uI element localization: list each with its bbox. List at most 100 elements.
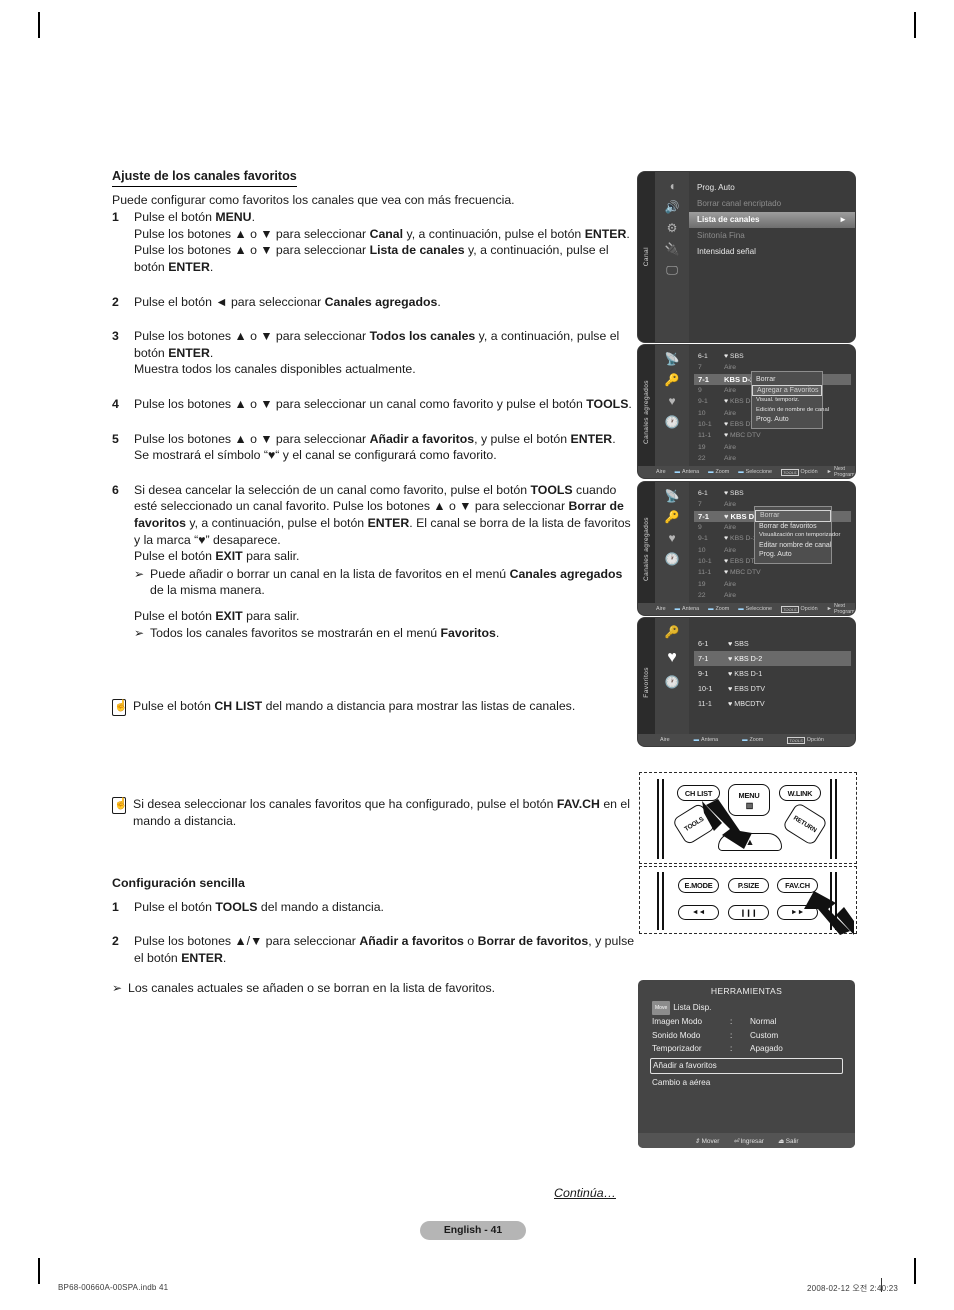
status-key-next-program[interactable]: ► Next Program	[827, 466, 855, 478]
row-name: ♥ KBS D-2	[728, 654, 851, 663]
step-4-number: 4	[112, 396, 119, 411]
tools-menu-item-cambio-a-aerea[interactable]: Cambio a aérea	[638, 1076, 855, 1090]
status-key-next-program[interactable]: ► Next Program	[827, 603, 855, 615]
remote-button-rewind[interactable]: ◄◄	[678, 905, 719, 920]
table-row[interactable]: 6-1 ♥ SBS	[694, 488, 851, 499]
tools-menu-item-anadir-a-favoritos[interactable]: Añadir a favoritos	[650, 1057, 843, 1074]
row-number: 10	[698, 409, 706, 417]
ctx-item-visual-temporiz[interactable]: Visual. temporiz.	[752, 396, 822, 406]
remote-button-psize[interactable]: P.SIZE	[728, 878, 769, 893]
heart-icon: ♥	[728, 654, 733, 663]
status-key-antena[interactable]: ▬ Antena	[675, 606, 699, 612]
osd-item-prog-auto[interactable]: Prog. Auto	[689, 180, 855, 196]
table-row[interactable]: 11-1 ♥ MBC DTV	[694, 430, 851, 441]
ctx-item-agregar-a-favoritos[interactable]: Agregar a Favoritos	[752, 384, 822, 397]
clock-icon[interactable]: 🕐	[665, 553, 680, 566]
table-row[interactable]: 19 Aire	[694, 578, 851, 589]
setup-icon[interactable]: ⚙	[667, 222, 678, 235]
tools-footer-salir[interactable]: ⏏ Salir	[778, 1137, 799, 1145]
ctx-item-borrar[interactable]: Borrar	[752, 375, 822, 385]
status-key-seleccione[interactable]: ▬ Seleccione	[738, 469, 772, 475]
tools-menu-title: HERRAMIENTAS	[710, 986, 783, 996]
status-key-zoom[interactable]: ▬ Zoom	[742, 737, 763, 743]
osd-item-intensidad-senal[interactable]: Intensidad señal	[689, 244, 855, 260]
table-row[interactable]: 10-1 ♥ EBS DTV	[694, 681, 851, 696]
favorites-heart-icon[interactable]: ♥	[668, 532, 675, 545]
status-key-antena[interactable]: ▬ Antena	[675, 469, 699, 475]
row-number: 22	[698, 591, 706, 599]
step-4: 4 Pulse los botones ▲ o ▼ para seleccion…	[112, 396, 636, 413]
favorites-heart-icon[interactable]: ♥	[668, 395, 675, 408]
osd-item-borrar-encriptado[interactable]: Borrar canal encriptado	[689, 196, 855, 212]
status-key-opcion[interactable]: TOOLS Opción	[781, 468, 818, 476]
osd-channel-menu: Canal ◖ 🔊 ⚙ 🔌 🖵 Prog. Auto Borrar canal …	[638, 172, 855, 342]
row-number: 6-1	[698, 353, 708, 361]
step-1-number: 1	[112, 210, 119, 225]
status-key-antena[interactable]: ▬ Antena	[694, 737, 718, 743]
status-key-seleccione[interactable]: ▬ Seleccione	[738, 606, 772, 612]
table-row[interactable]: 19 Aire	[694, 441, 851, 452]
ctx-item-edicion-nombre-canal[interactable]: Edición de nombre de canal	[752, 406, 829, 416]
row-name: Aire	[724, 454, 737, 462]
status-key-opcion[interactable]: TOOLS Opción	[787, 736, 824, 744]
table-row[interactable]: 9-1 ♥ KBS D-1	[694, 666, 851, 681]
table-row[interactable]: 6-1 ♥ SBS	[694, 351, 851, 362]
table-row[interactable]: 6-1 ♥ SBS	[694, 636, 851, 651]
note-fav-ch-text: Si desea seleccionar los canales favorit…	[133, 797, 630, 828]
added-channels-icon[interactable]: 🔑	[665, 374, 680, 387]
chevron-right-icon: ►	[838, 215, 847, 224]
ctx2-item-editar-nombre-de-canal[interactable]: Editar nombre de canal	[755, 541, 831, 551]
key-dash-icon: ▬	[674, 469, 680, 475]
ctx2-item-borrar[interactable]: Borrar	[755, 510, 831, 522]
status-key-zoom[interactable]: ▬ Zoom	[708, 469, 729, 475]
osd-item-lista-de-canales[interactable]: Lista de canales ►	[689, 212, 855, 228]
ctx2-item-visualizacion-con-temporizador[interactable]: Visualización con temporizador	[755, 531, 840, 541]
ctx-item-prog-auto[interactable]: Prog. Auto	[752, 415, 822, 425]
table-row[interactable]: 22 Aire	[694, 453, 851, 464]
step-5-line-2: Se mostrará el símbolo “♥“ y el canal se…	[134, 448, 497, 463]
row-number: 7-1	[698, 654, 709, 663]
remote-button-return[interactable]: RETURN	[781, 801, 829, 847]
row-number: 6-1	[698, 639, 709, 648]
remote2-edge-left-2	[662, 872, 664, 930]
row-number: 9	[698, 387, 702, 395]
support-icon[interactable]: 🖵	[666, 264, 678, 277]
remote-button-emode[interactable]: E.MODE	[678, 878, 719, 893]
input-icon[interactable]: 🔌	[665, 243, 680, 256]
footer-timestamp: 2008-02-12 오전 2:40:23	[807, 1284, 898, 1293]
clock-icon[interactable]: 🕐	[665, 416, 680, 429]
row-name: ♥ MBCDTV	[728, 699, 851, 708]
tools-menu-lista-disp[interactable]: Move Lista Disp.	[638, 1001, 855, 1015]
row-name: ♥ MBC DTV	[724, 569, 851, 576]
tools-menu-row-imagen-modo[interactable]: Imagen Modo : Normal	[638, 1015, 855, 1029]
tools-menu-row-temporizador[interactable]: Temporizador : Apagado	[638, 1042, 855, 1056]
added-channels-icon[interactable]: 🔑	[665, 511, 680, 524]
tools-footer-ingresar[interactable]: ⏎ Ingresar	[733, 1137, 764, 1145]
tools-footer-mover[interactable]: ⇕ Mover	[694, 1137, 719, 1145]
row-number: 6-1	[698, 490, 708, 498]
sound-icon[interactable]: 🔊	[665, 201, 680, 214]
status-key-zoom[interactable]: ▬ Zoom	[708, 606, 729, 612]
table-row[interactable]: 11-1 ♥ MBCDTV	[694, 696, 851, 711]
row-name-label: MBC DTV	[730, 569, 761, 577]
table-row[interactable]: 22 Aire	[694, 590, 851, 601]
ctx2-item-borrar-de-favoritos[interactable]: Borrar de favoritos	[755, 522, 831, 532]
osd-added-1-rail-label: Canales agregados	[643, 379, 650, 444]
favorites-heart-icon[interactable]: ♥	[667, 650, 677, 666]
all-channels-icon[interactable]: 📡	[665, 490, 680, 503]
remote-button-wlink[interactable]: W.LINK	[779, 785, 821, 801]
added-channels-icon[interactable]: 🔑	[665, 626, 680, 639]
osd-item-sintonia-fina[interactable]: Sintonía Fina	[689, 228, 855, 244]
remote-hand-icon-2	[112, 796, 128, 815]
tools-key-icon: TOOLS	[787, 736, 805, 744]
ctx2-item-prog-auto[interactable]: Prog. Auto	[755, 550, 831, 560]
picture-icon[interactable]: ◖	[668, 180, 675, 193]
all-channels-icon[interactable]: 📡	[665, 353, 680, 366]
osd-added-2-iconbar: 📡 🔑 ♥ 🕐	[655, 482, 689, 615]
table-row[interactable]: 11-1 ♥ MBC DTV	[694, 567, 851, 578]
clock-icon[interactable]: 🕐	[665, 676, 680, 689]
tools-menu-row-sonido-modo[interactable]: Sonido Modo : Custom	[638, 1029, 855, 1043]
remote-button-pause[interactable]: ❙❙❙	[728, 905, 769, 920]
status-key-opcion[interactable]: TOOLS Opción	[781, 605, 818, 613]
table-row-selected[interactable]: 7-1 ♥ KBS D-2	[694, 651, 851, 666]
